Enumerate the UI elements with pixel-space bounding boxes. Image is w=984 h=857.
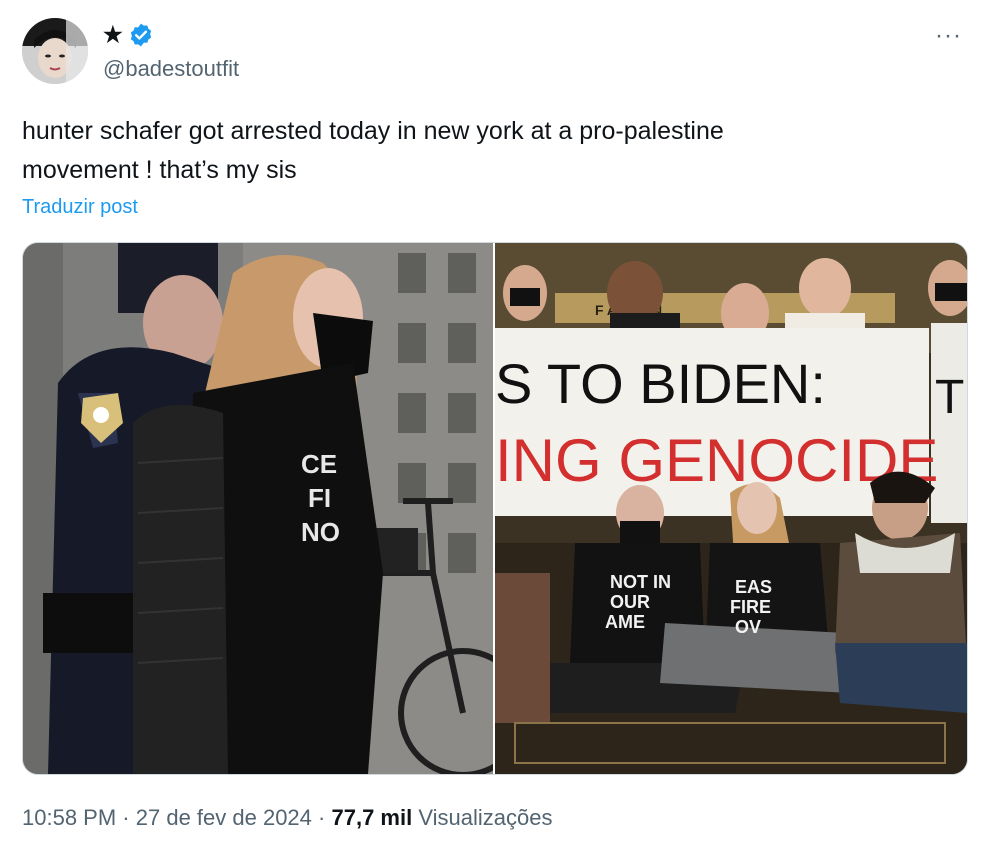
- media-grid: CEFINO F AND ON S TO BIDEN: ING GENOCIDE: [22, 242, 968, 775]
- translate-post-link[interactable]: Traduzir post: [22, 196, 138, 219]
- tweet-meta: 10:58 PM · 27 de fev de 2024 · 77,7 mil …: [22, 805, 552, 831]
- avatar[interactable]: [22, 18, 88, 84]
- views-label: Visualizações: [418, 805, 553, 830]
- display-name[interactable]: ★: [103, 22, 123, 48]
- tweet-date[interactable]: 27 de fev de 2024: [136, 805, 312, 830]
- protest-photo-image: F AND ON S TO BIDEN: ING GENOCIDE TI: [495, 243, 967, 774]
- meta-separator: ·: [318, 805, 326, 830]
- author-handle[interactable]: @badestoutfit: [103, 56, 239, 82]
- side-sign-text: TI: [935, 371, 967, 424]
- media-photo-arrest[interactable]: CE FI NO: [23, 243, 493, 774]
- meta-separator: ·: [122, 805, 130, 830]
- tweet-text: hunter schafer got arrested today in new…: [22, 117, 724, 184]
- media-photo-protest[interactable]: F AND ON S TO BIDEN: ING GENOCIDE TI: [495, 243, 967, 774]
- profile-photo-icon: [22, 18, 88, 84]
- verified-badge-icon: [130, 23, 151, 47]
- tweet-time[interactable]: 10:58 PM: [22, 805, 116, 830]
- views-count: 77,7 mil: [331, 805, 413, 830]
- banner-line1-text: S TO BIDEN:: [495, 352, 826, 415]
- author-name-row[interactable]: ★: [103, 22, 154, 48]
- arrest-photo-image: CE FI NO: [23, 243, 493, 774]
- more-options-icon[interactable]: ···: [935, 22, 962, 50]
